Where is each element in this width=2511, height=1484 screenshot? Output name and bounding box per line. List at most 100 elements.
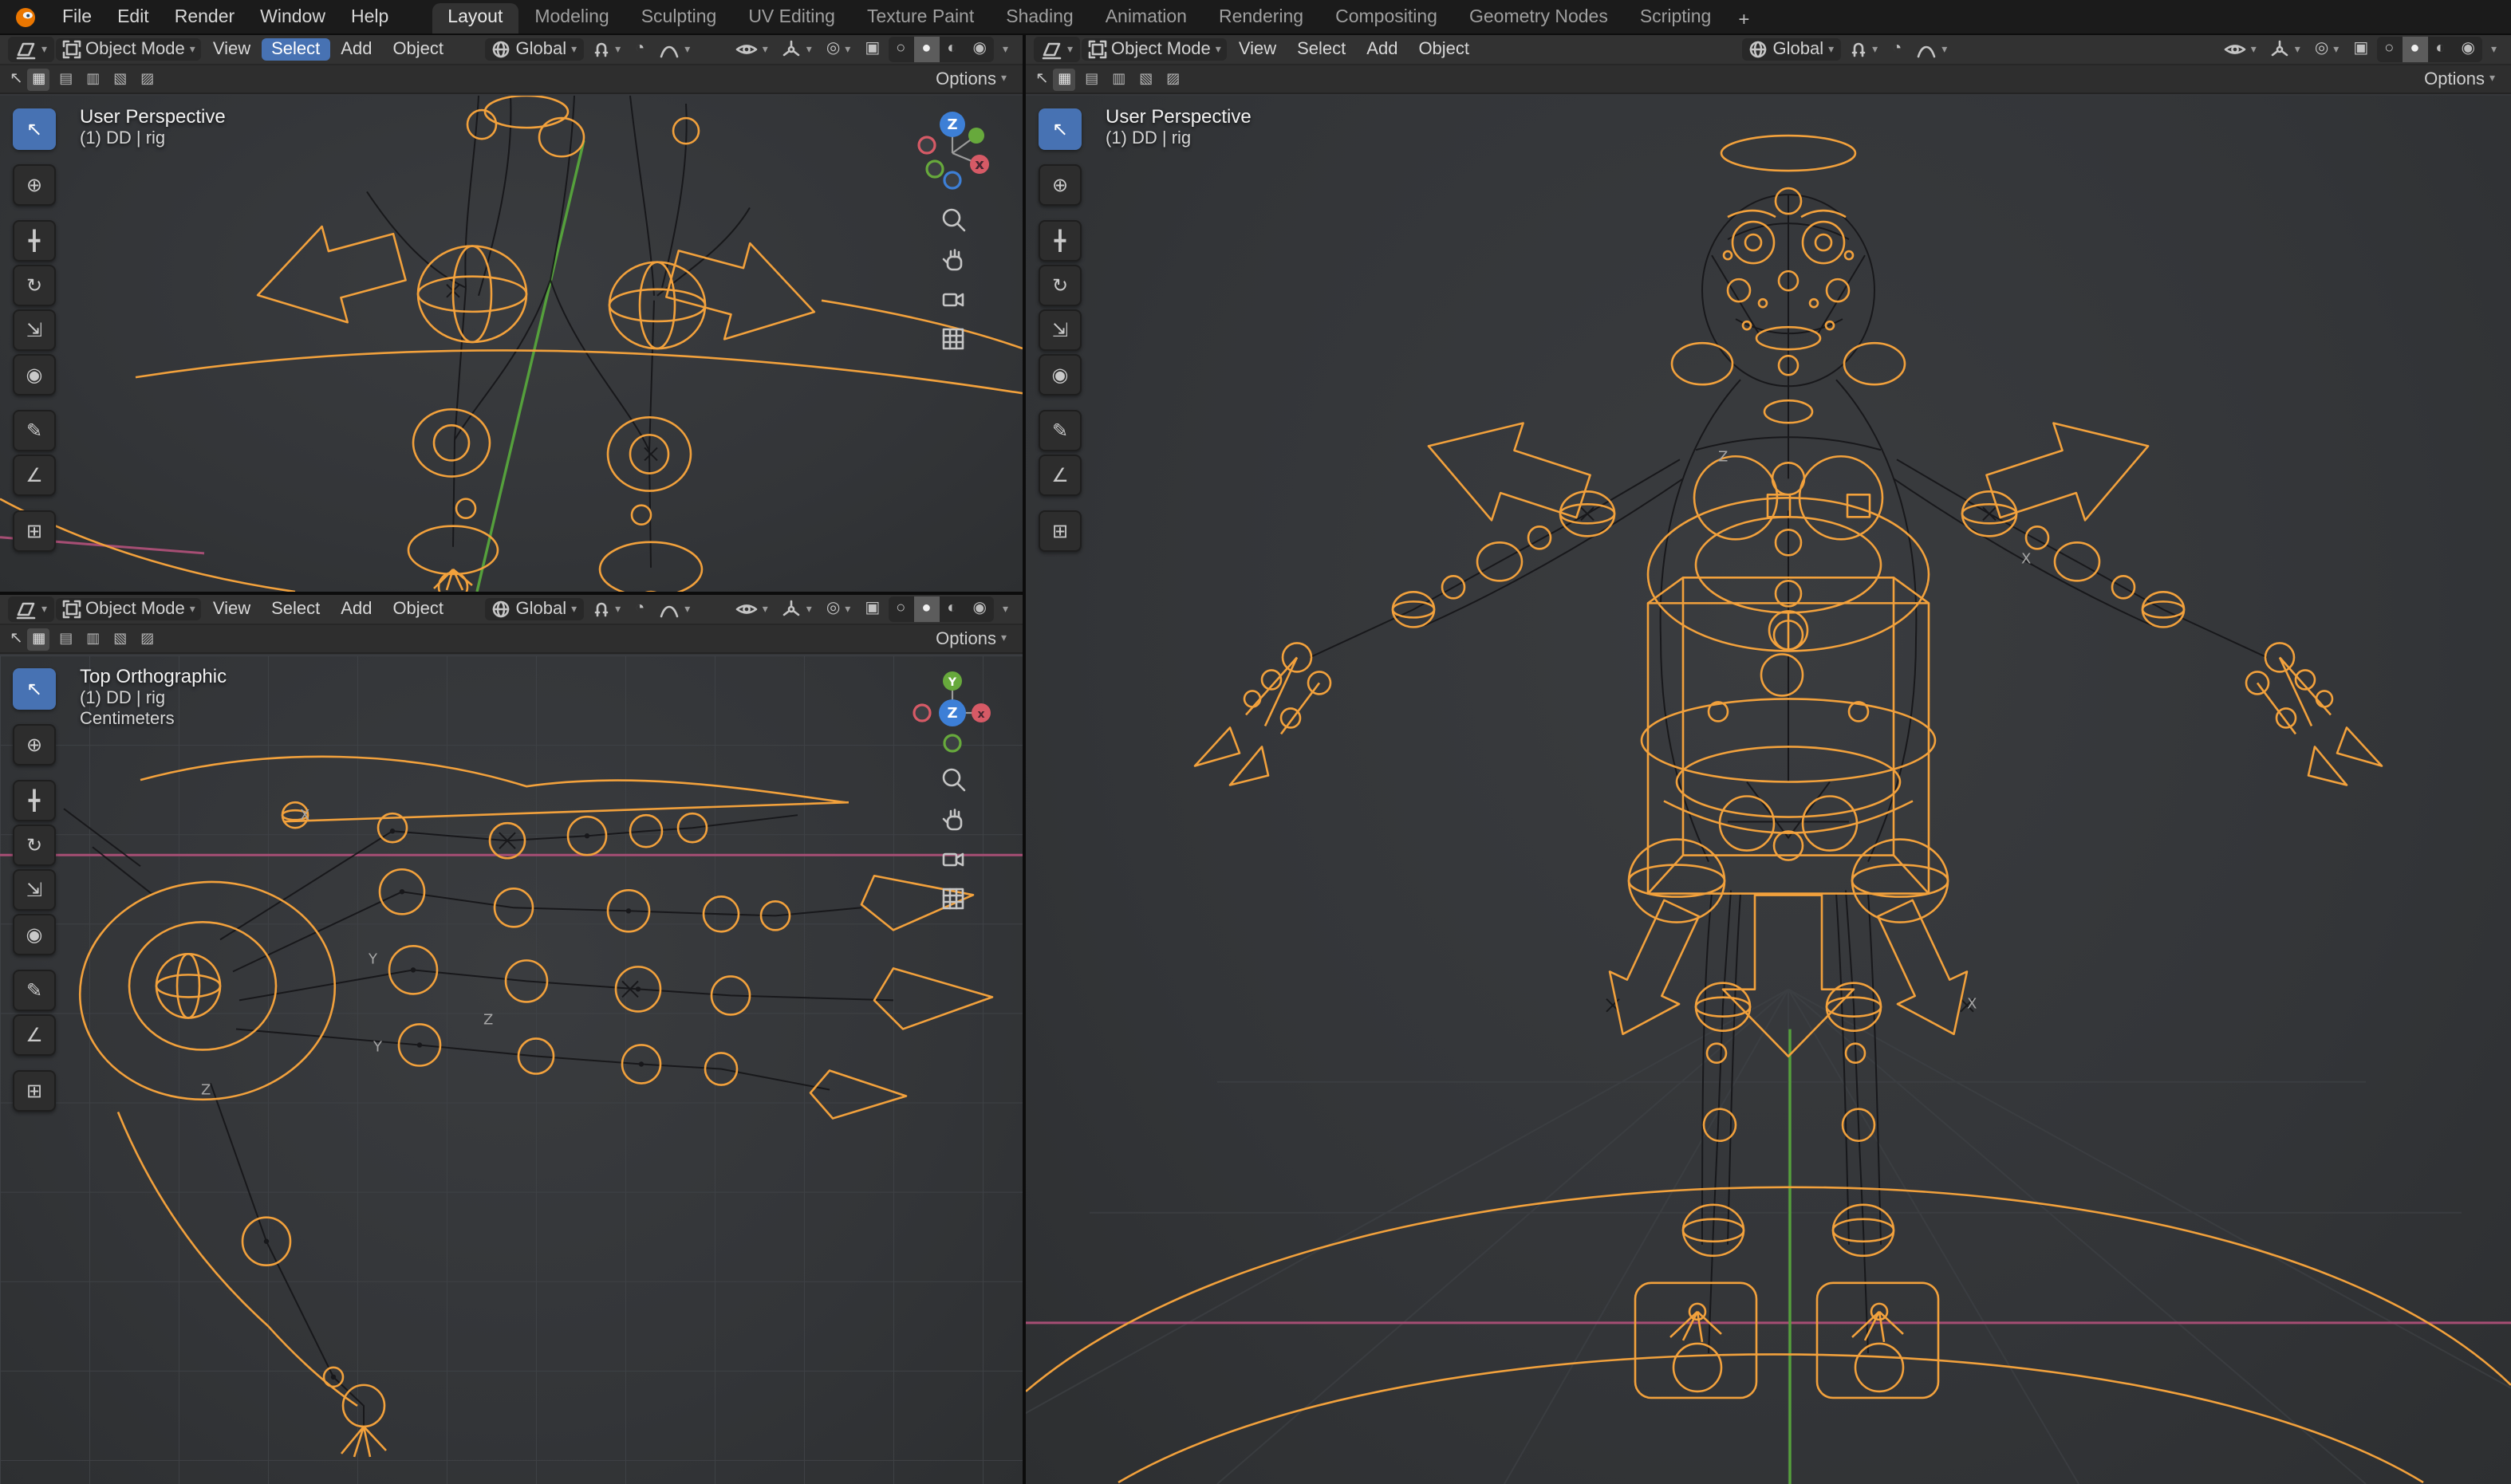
menu-help[interactable]: Help — [340, 4, 400, 30]
tab-modeling[interactable]: Modeling — [518, 3, 625, 33]
transform-orientation-selector[interactable]: Global ▾ — [486, 598, 584, 620]
select-mode-invert-button[interactable]: ▧ — [109, 628, 132, 650]
menu-select[interactable]: Select — [262, 38, 329, 61]
menu-add[interactable]: Add — [1357, 38, 1407, 61]
menu-object[interactable]: Object — [1409, 38, 1479, 61]
xray-toggle[interactable]: ▣ — [858, 40, 886, 59]
gizmo-y-neg[interactable] — [927, 161, 943, 177]
shading-rendered-button[interactable]: ◉ — [2454, 37, 2483, 62]
select-mode-invert-button[interactable]: ▧ — [1135, 68, 1157, 90]
mode-selector[interactable]: Object Mode ▾ — [55, 598, 202, 620]
transform-tool[interactable]: ◉ — [13, 914, 56, 955]
menu-window[interactable]: Window — [249, 4, 337, 30]
tab-layout[interactable]: Layout — [432, 3, 518, 33]
measure-tool[interactable]: ∠ — [13, 1014, 56, 1056]
blender-logo-icon[interactable] — [13, 6, 38, 28]
zoom-button[interactable] — [935, 761, 970, 796]
select-box-tool[interactable]: ↖ — [13, 108, 56, 150]
toggle-ortho-button[interactable] — [935, 880, 970, 915]
snapping-toggle[interactable]: ▾ — [1842, 38, 1884, 61]
move-view-button[interactable] — [935, 801, 970, 836]
annotate-tool[interactable]: ✎ — [13, 970, 56, 1011]
xray-toggle[interactable]: ▣ — [2347, 40, 2375, 59]
select-mode-subtract-button[interactable]: ▥ — [82, 68, 104, 90]
3d-viewport-canvas[interactable]: ↖ ⊕ ╋ ↻ ⇲ ◉ ✎ ∠ ⊞ User Perspective (1) D… — [0, 96, 1023, 592]
snapping-toggle[interactable]: ▾ — [585, 598, 627, 620]
options-dropdown[interactable]: Options ▾ — [929, 628, 1013, 650]
transform-orientation-selector[interactable]: Global ▾ — [1743, 38, 1841, 61]
menu-select[interactable]: Select — [1287, 38, 1355, 61]
menu-render[interactable]: Render — [164, 4, 246, 30]
show-object-types-dropdown[interactable]: ▾ — [2217, 40, 2263, 59]
camera-view-button[interactable] — [935, 281, 970, 316]
scale-tool[interactable]: ⇲ — [13, 869, 56, 911]
select-mode-invert-button[interactable]: ▧ — [109, 68, 132, 90]
tab-rendering[interactable]: Rendering — [1203, 3, 1319, 33]
add-cube-tool[interactable]: ⊞ — [13, 510, 56, 552]
cursor-tool[interactable]: ⊕ — [13, 724, 56, 766]
shading-material-button[interactable]: ◐ — [939, 37, 964, 62]
tab-texture-paint[interactable]: Texture Paint — [851, 3, 990, 33]
shading-rendered-button[interactable]: ◉ — [965, 596, 995, 622]
select-mode-intersect-button[interactable]: ▨ — [1162, 68, 1185, 90]
shading-dropdown[interactable]: ▾ — [2485, 42, 2503, 57]
proportional-falloff-dropdown[interactable]: ▾ — [652, 599, 696, 620]
navigation-gizmo[interactable]: Z x — [908, 105, 997, 195]
3d-viewport-canvas[interactable]: Z X X ↖ ⊕ ╋ ↻ ⇲ ◉ ✎ ∠ ⊞ User Perspective… — [1026, 96, 2511, 1484]
shading-rendered-button[interactable]: ◉ — [965, 37, 995, 62]
menu-select[interactable]: Select — [262, 598, 329, 620]
tab-animation[interactable]: Animation — [1090, 3, 1203, 33]
editor-type-button[interactable]: ▾ — [8, 596, 53, 622]
select-mode-intersect-button[interactable]: ▨ — [136, 628, 159, 650]
rotate-tool[interactable]: ↻ — [13, 825, 56, 866]
menu-add[interactable]: Add — [331, 38, 381, 61]
move-tool[interactable]: ╋ — [13, 220, 56, 262]
shading-material-button[interactable]: ◐ — [2427, 37, 2453, 62]
shading-dropdown[interactable]: ▾ — [996, 42, 1015, 57]
xray-toggle[interactable]: ▣ — [858, 600, 886, 619]
tab-scripting[interactable]: Scripting — [1624, 3, 1728, 33]
options-dropdown[interactable]: Options ▾ — [2418, 68, 2501, 90]
select-mode-new-button[interactable]: ▦ — [1054, 68, 1076, 90]
annotate-tool[interactable]: ✎ — [1039, 410, 1082, 451]
options-dropdown[interactable]: Options ▾ — [929, 68, 1013, 90]
show-overlays-dropdown[interactable]: ◎ ▾ — [820, 600, 857, 619]
select-box-tool[interactable]: ↖ — [1039, 108, 1082, 150]
tab-uv-editing[interactable]: UV Editing — [732, 3, 851, 33]
3d-viewport-canvas[interactable]: X Y Y Z Z ↖ ⊕ ╋ ↻ ⇲ ◉ ✎ ∠ ⊞ Top Orthogra… — [0, 655, 1023, 1484]
editor-type-button[interactable]: ▾ — [8, 37, 53, 62]
toggle-ortho-button[interactable] — [935, 321, 970, 356]
move-tool[interactable]: ╋ — [1039, 220, 1082, 262]
proportional-editing-toggle[interactable]: ◔ — [1886, 40, 1908, 59]
tab-compositing[interactable]: Compositing — [1319, 3, 1453, 33]
snapping-toggle[interactable]: ▾ — [585, 38, 627, 61]
cursor-tool[interactable]: ⊕ — [13, 164, 56, 206]
select-mode-subtract-button[interactable]: ▥ — [1108, 68, 1130, 90]
shading-material-button[interactable]: ◐ — [939, 596, 964, 622]
camera-view-button[interactable] — [935, 840, 970, 876]
rotate-tool[interactable]: ↻ — [1039, 265, 1082, 306]
gizmo-y-neg[interactable] — [944, 735, 960, 751]
mode-selector[interactable]: Object Mode ▾ — [1081, 38, 1228, 61]
gizmo-x-neg[interactable] — [919, 137, 935, 153]
select-mode-intersect-button[interactable]: ▨ — [136, 68, 159, 90]
add-workspace-button[interactable]: + — [1727, 5, 1760, 33]
add-cube-tool[interactable]: ⊞ — [1039, 510, 1082, 552]
shading-solid-button[interactable]: ● — [2402, 37, 2427, 62]
gizmo-y-axis[interactable] — [968, 128, 984, 144]
select-mode-new-button[interactable]: ▦ — [28, 68, 50, 90]
shading-solid-button[interactable]: ● — [913, 37, 939, 62]
tab-shading[interactable]: Shading — [990, 3, 1089, 33]
menu-add[interactable]: Add — [331, 598, 381, 620]
menu-view[interactable]: View — [1229, 38, 1286, 61]
proportional-falloff-dropdown[interactable]: ▾ — [1910, 39, 1953, 60]
shading-dropdown[interactable]: ▾ — [996, 602, 1015, 616]
tab-geometry-nodes[interactable]: Geometry Nodes — [1453, 3, 1624, 33]
scale-tool[interactable]: ⇲ — [1039, 309, 1082, 351]
annotate-tool[interactable]: ✎ — [13, 410, 56, 451]
show-overlays-dropdown[interactable]: ◎ ▾ — [820, 40, 857, 59]
show-object-types-dropdown[interactable]: ▾ — [729, 600, 775, 619]
transform-orientation-selector[interactable]: Global ▾ — [486, 38, 584, 61]
proportional-editing-toggle[interactable]: ◔ — [629, 40, 651, 59]
show-gizmos-dropdown[interactable]: ▾ — [776, 38, 818, 61]
